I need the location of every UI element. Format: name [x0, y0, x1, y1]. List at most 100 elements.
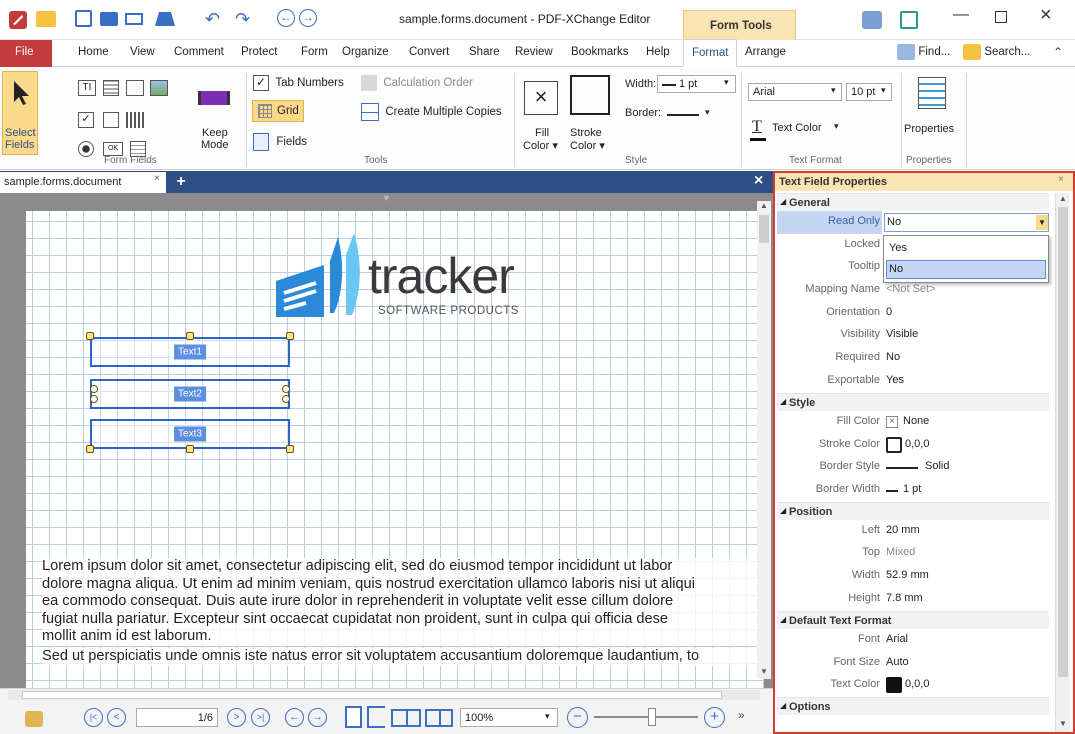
redo-icon[interactable]: ↷ [235, 9, 250, 30]
grid-toggle[interactable]: Grid [252, 100, 304, 122]
prop-row-width[interactable]: Width 52.9 mm [777, 565, 1049, 588]
font-size-dropdown[interactable]: 10 pt ▾ [846, 83, 892, 101]
prop-row-font-size[interactable]: Font Size Auto [777, 652, 1049, 675]
scroll-thumb[interactable] [759, 215, 769, 243]
resize-handle[interactable] [90, 395, 98, 403]
fields-button[interactable]: Fields [253, 133, 307, 151]
menu-protect[interactable]: Protect [241, 46, 277, 58]
open-folder-icon[interactable] [36, 11, 56, 27]
undo-icon[interactable]: ↶ [205, 9, 220, 30]
nav-back-icon[interactable]: ← [285, 708, 304, 727]
section-general[interactable]: General ◢ [777, 193, 1049, 211]
scroll-down-icon[interactable]: ▼ [760, 667, 768, 676]
horizontal-scrollbar[interactable] [8, 690, 760, 700]
section-position[interactable]: Position ◢ [777, 502, 1049, 520]
keep-mode-button[interactable]: Keep Mode [192, 71, 236, 155]
button-tool-icon[interactable]: OK [103, 142, 123, 156]
resize-handle[interactable] [86, 445, 94, 453]
find-button[interactable]: Find... [897, 44, 950, 62]
scroll-down-icon[interactable]: ▼ [1059, 719, 1067, 728]
menu-format-active[interactable]: Format [683, 39, 737, 67]
zoom-slider-thumb[interactable] [648, 708, 656, 726]
email-icon[interactable] [125, 13, 143, 25]
prop-row-border-style[interactable]: Border Style Solid [777, 456, 1049, 479]
image-tool-icon[interactable] [150, 80, 168, 96]
resize-handle[interactable] [90, 385, 98, 393]
maximize-icon[interactable] [995, 11, 1007, 23]
combo-box-tool-icon[interactable] [103, 112, 119, 128]
prop-row-required[interactable]: Required No [777, 347, 1049, 370]
read-only-dropdown[interactable]: No ▼ [884, 213, 1049, 232]
prop-row-font[interactable]: Font Arial [777, 629, 1049, 652]
prop-row-stroke-color[interactable]: Stroke Color 0,0,0 [777, 434, 1049, 457]
prop-row-border-width[interactable]: Border Width 1 pt [777, 479, 1049, 502]
file-tab[interactable]: File [0, 40, 52, 67]
resize-handle[interactable] [286, 445, 294, 453]
prop-row-exportable[interactable]: Exportable Yes [777, 370, 1049, 393]
first-page-icon[interactable]: |< [84, 708, 103, 727]
stroke-color-button[interactable]: Stroke Color ▾ [567, 75, 613, 152]
barcode-tool-icon[interactable] [126, 112, 144, 128]
scroll-up-icon[interactable]: ▲ [1059, 194, 1067, 203]
close-icon[interactable]: × [1040, 4, 1052, 27]
dropdown-option-yes[interactable]: Yes [886, 239, 1046, 258]
section-style[interactable]: Style ◢ [777, 393, 1049, 411]
resize-handle[interactable] [186, 332, 194, 340]
fill-color-button[interactable]: × Fill Color ▾ [520, 75, 562, 152]
close-document-icon[interactable]: × [754, 172, 763, 190]
form-field-text2[interactable]: Text2 [90, 379, 290, 409]
menu-home[interactable]: Home [78, 46, 109, 58]
next-page-icon[interactable]: > [227, 708, 246, 727]
prop-row-text-color[interactable]: Text Color 0,0,0 [777, 674, 1049, 697]
menu-help[interactable]: Help [646, 46, 670, 58]
form-field-text1[interactable]: Text1 [90, 337, 290, 367]
pdf-page[interactable]: tracker SOFTWARE PRODUCTS Text1 Text2 Te… [26, 211, 764, 688]
single-page-icon[interactable] [345, 706, 362, 728]
prop-row-left[interactable]: Left 20 mm [777, 520, 1049, 543]
ui-options-icon[interactable] [862, 11, 882, 29]
document-tab[interactable]: sample.forms.document × [0, 172, 166, 193]
document-view[interactable]: ▼ tracker SOFTWARE PRODUCTS Text1 Text2 … [0, 193, 773, 688]
menu-view[interactable]: View [130, 46, 155, 58]
resize-handle[interactable] [186, 445, 194, 453]
radio-tool-icon[interactable] [78, 141, 94, 157]
h-scroll-thumb[interactable] [22, 691, 722, 699]
new-tab-icon[interactable]: + [172, 173, 190, 191]
resize-handle[interactable] [286, 332, 294, 340]
zoom-in-icon[interactable]: + [704, 707, 725, 728]
zoom-dropdown[interactable]: 100% ▾ [460, 708, 558, 727]
prop-row-height[interactable]: Height 7.8 mm [777, 588, 1049, 611]
signature-tool-icon[interactable] [126, 80, 144, 96]
menu-organize[interactable]: Organize [342, 46, 389, 58]
dropdown-option-no[interactable]: No [886, 260, 1046, 279]
chevron-down-icon[interactable]: ▼ [1036, 215, 1048, 230]
status-options-icon[interactable] [25, 711, 43, 727]
menu-bookmarks[interactable]: Bookmarks [571, 46, 629, 58]
select-fields-button[interactable]: Select Fields [2, 71, 38, 155]
calculation-order-button[interactable]: Calculation Order [361, 75, 473, 93]
section-options[interactable]: Options ◢ [777, 697, 1049, 715]
prop-row-top[interactable]: Top Mixed [777, 542, 1049, 565]
search-button[interactable]: Search... [963, 44, 1030, 62]
vertical-scrollbar[interactable]: ▲ ▼ [757, 201, 771, 679]
prop-row-read-only[interactable]: Read Only No ▼ [777, 211, 1049, 234]
back-icon[interactable]: ← [277, 9, 295, 27]
forward-icon[interactable]: → [299, 9, 317, 27]
prop-row-visibility[interactable]: Visibility Visible [777, 324, 1049, 347]
resize-handle[interactable] [282, 395, 290, 403]
prev-page-icon[interactable]: < [107, 708, 126, 727]
font-name-dropdown[interactable]: Arial ▾ [748, 83, 842, 101]
width-dropdown[interactable]: 1 pt ▾ [657, 75, 736, 93]
panel-scroll-thumb[interactable] [1058, 207, 1068, 677]
create-multiple-copies-button[interactable]: Create Multiple Copies [361, 103, 502, 121]
zoom-out-icon[interactable]: − [567, 707, 588, 728]
page-number-input[interactable]: 1/6 [136, 708, 218, 727]
properties-button[interactable]: Properties [904, 73, 962, 151]
text-field-tool-icon[interactable]: TI [78, 80, 96, 96]
text-color-button[interactable]: T Text Color ▾ [748, 118, 839, 142]
menu-arrange[interactable]: Arrange [745, 46, 786, 58]
menu-review[interactable]: Review [515, 46, 553, 58]
save-icon[interactable] [75, 10, 92, 27]
zoom-slider[interactable] [594, 708, 698, 726]
last-page-icon[interactable]: >| [251, 708, 270, 727]
